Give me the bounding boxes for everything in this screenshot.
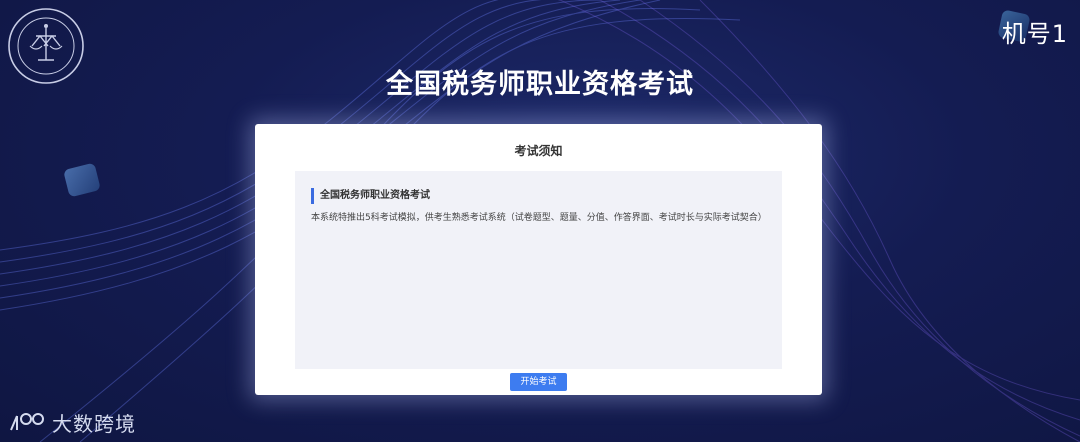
notice-heading: 全国税务师职业资格考试 xyxy=(311,188,430,204)
machine-number-label: 机号1 xyxy=(1001,20,1068,48)
exam-notice-card: 考试须知 全国税务师职业资格考试 本系统特推出5科考试模拟，供考生熟悉考试系统（… xyxy=(255,124,822,395)
dashuju-logo-icon xyxy=(10,412,44,430)
start-exam-button[interactable]: 开始考试 xyxy=(510,373,567,391)
card-title: 考试须知 xyxy=(514,144,563,158)
footer-brand-text: 大数跨境 xyxy=(52,412,136,436)
notice-body: 本系统特推出5科考试模拟，供考生熟悉考试系统（试卷题型、题量、分值、作答界面、考… xyxy=(311,213,767,223)
notice-box: 全国税务师职业资格考试 本系统特推出5科考试模拟，供考生熟悉考试系统（试卷题型、… xyxy=(295,171,782,369)
footer-brand: 大数跨境 xyxy=(8,408,136,437)
page-title: 全国税务师职业资格考试 xyxy=(386,69,694,100)
